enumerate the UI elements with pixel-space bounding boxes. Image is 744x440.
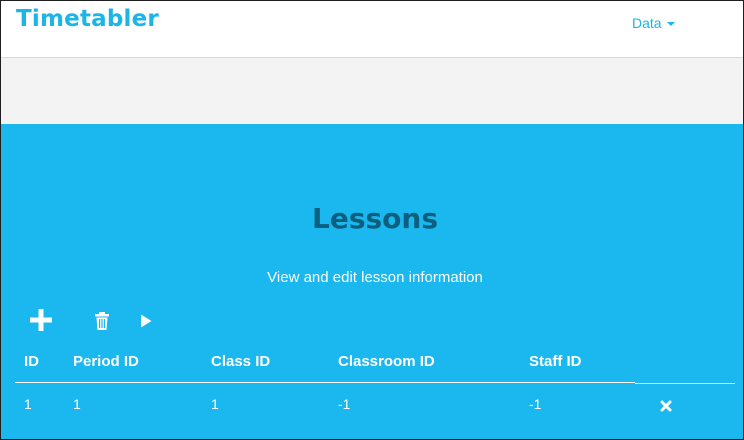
cell-period-id[interactable]: 1 [73,396,81,412]
column-header-class-id[interactable]: Class ID [211,353,270,370]
cell-classroom-id[interactable]: -1 [338,396,350,412]
remove-row-button[interactable] [659,399,673,413]
trash-icon [95,312,109,330]
lessons-section: Lessons View and edit lesson information [1,124,743,439]
page-title: Lessons [312,202,438,235]
cell-staff-id[interactable]: -1 [529,396,541,412]
column-header-id[interactable]: ID [24,353,39,370]
cell-id[interactable]: 1 [24,396,32,412]
delete-lesson-button[interactable] [93,310,111,332]
data-menu-toggle[interactable]: Data [632,15,675,31]
column-header-staff-id[interactable]: Staff ID [529,353,582,370]
column-header-period-id[interactable]: Period ID [73,353,139,370]
play-icon [141,314,152,328]
plus-icon [30,309,52,331]
grey-band [1,58,743,124]
column-header-classroom-id[interactable]: Classroom ID [338,353,435,370]
navbar: Timetabler Data [1,1,743,58]
cell-class-id[interactable]: 1 [211,396,219,412]
app-window: Timetabler Data Lessons View and edit le… [0,0,744,440]
run-button[interactable] [139,313,153,329]
data-menu-label: Data [632,15,662,31]
chevron-down-icon [666,21,675,26]
table-header-divider [15,382,635,383]
brand-logo[interactable]: Timetabler [16,6,159,32]
add-lesson-button[interactable] [29,308,53,332]
table-header-divider-extension [635,383,735,384]
page-subtitle: View and edit lesson information [267,269,483,286]
close-icon [660,400,672,412]
